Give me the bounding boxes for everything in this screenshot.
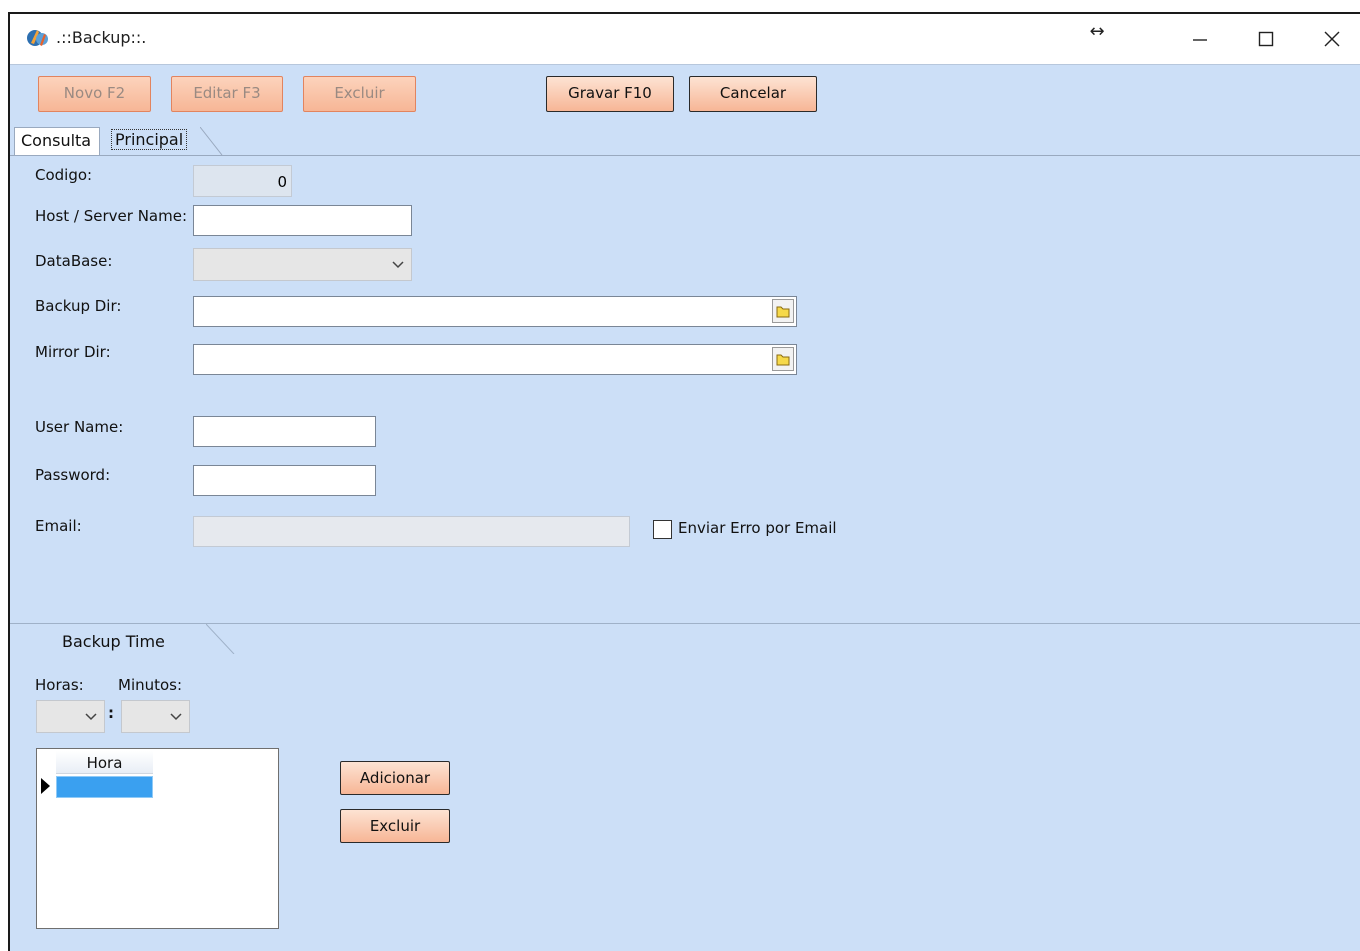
tab-strip: Consulta Principal bbox=[10, 127, 1360, 156]
backup-dir-browse-button[interactable] bbox=[772, 299, 794, 323]
tab-edge bbox=[200, 127, 223, 155]
cancelar-button[interactable]: Cancelar bbox=[689, 76, 817, 112]
mirror-dir-input[interactable] bbox=[193, 344, 797, 375]
host-label: Host / Server Name: bbox=[35, 207, 188, 225]
minutos-select[interactable] bbox=[121, 700, 190, 733]
maximize-icon bbox=[1258, 31, 1274, 47]
resize-horizontal-icon[interactable]: ↔ bbox=[1065, 14, 1129, 64]
adicionar-button[interactable]: Adicionar bbox=[340, 761, 450, 795]
excluir-toolbar-button[interactable]: Excluir bbox=[303, 76, 416, 112]
database-label: DataBase: bbox=[35, 252, 113, 270]
codigo-field: 0 bbox=[193, 165, 292, 197]
email-input[interactable] bbox=[193, 516, 630, 547]
window-title: .::Backup::. bbox=[56, 28, 147, 47]
chevron-down-icon bbox=[392, 261, 404, 269]
chevron-down-icon bbox=[85, 713, 97, 721]
tab-principal[interactable]: Principal bbox=[111, 127, 188, 154]
editar-button[interactable]: Editar F3 bbox=[171, 76, 283, 112]
close-icon bbox=[1324, 31, 1340, 47]
folder-icon bbox=[776, 354, 790, 366]
backup-dir-input[interactable] bbox=[193, 296, 797, 327]
username-label: User Name: bbox=[35, 418, 124, 436]
minimize-button[interactable] bbox=[1168, 14, 1232, 64]
time-separator: : bbox=[108, 704, 114, 722]
novo-button[interactable]: Novo F2 bbox=[38, 76, 151, 112]
chevron-down-icon bbox=[170, 713, 182, 721]
grid-header-hora[interactable]: Hora bbox=[56, 751, 153, 774]
gravar-button[interactable]: Gravar F10 bbox=[546, 76, 674, 112]
backup-dir-label: Backup Dir: bbox=[35, 297, 122, 315]
maximize-button[interactable] bbox=[1234, 14, 1298, 64]
password-input[interactable] bbox=[193, 465, 376, 496]
database-select[interactable] bbox=[193, 248, 412, 281]
app-logo-icon bbox=[27, 30, 48, 46]
horas-label: Horas: bbox=[35, 676, 84, 694]
tab-consulta[interactable]: Consulta bbox=[14, 127, 101, 155]
title-bar[interactable]: .::Backup::. ↔ bbox=[10, 14, 1360, 65]
tab-edge bbox=[206, 624, 235, 654]
close-button[interactable] bbox=[1300, 14, 1360, 64]
enviar-erro-checkbox[interactable] bbox=[653, 520, 672, 539]
tab-consulta-label: Consulta bbox=[21, 131, 92, 150]
password-label: Password: bbox=[35, 466, 111, 484]
row-indicator-icon bbox=[41, 778, 50, 794]
codigo-value: 0 bbox=[277, 173, 287, 191]
folder-icon bbox=[776, 306, 790, 318]
mirror-dir-browse-button[interactable] bbox=[772, 347, 794, 371]
excluir-time-button[interactable]: Excluir bbox=[340, 809, 450, 843]
hora-grid[interactable]: Hora bbox=[36, 748, 279, 929]
username-input[interactable] bbox=[193, 416, 376, 447]
tab-principal-label: Principal bbox=[111, 129, 188, 150]
host-input[interactable] bbox=[193, 205, 412, 236]
grid-cell-selected[interactable] bbox=[56, 776, 153, 798]
minimize-icon bbox=[1193, 39, 1207, 41]
backup-window: .::Backup::. ↔ Novo F2 Editar F3 Excluir… bbox=[8, 12, 1360, 951]
minutos-label: Minutos: bbox=[118, 676, 183, 694]
codigo-label: Codigo: bbox=[35, 166, 93, 184]
mirror-dir-label: Mirror Dir: bbox=[35, 343, 111, 361]
tab-backup-time[interactable]: Backup Time bbox=[62, 632, 165, 651]
horas-select[interactable] bbox=[36, 700, 105, 733]
enviar-erro-label[interactable]: Enviar Erro por Email bbox=[678, 519, 837, 537]
email-label: Email: bbox=[35, 517, 82, 535]
